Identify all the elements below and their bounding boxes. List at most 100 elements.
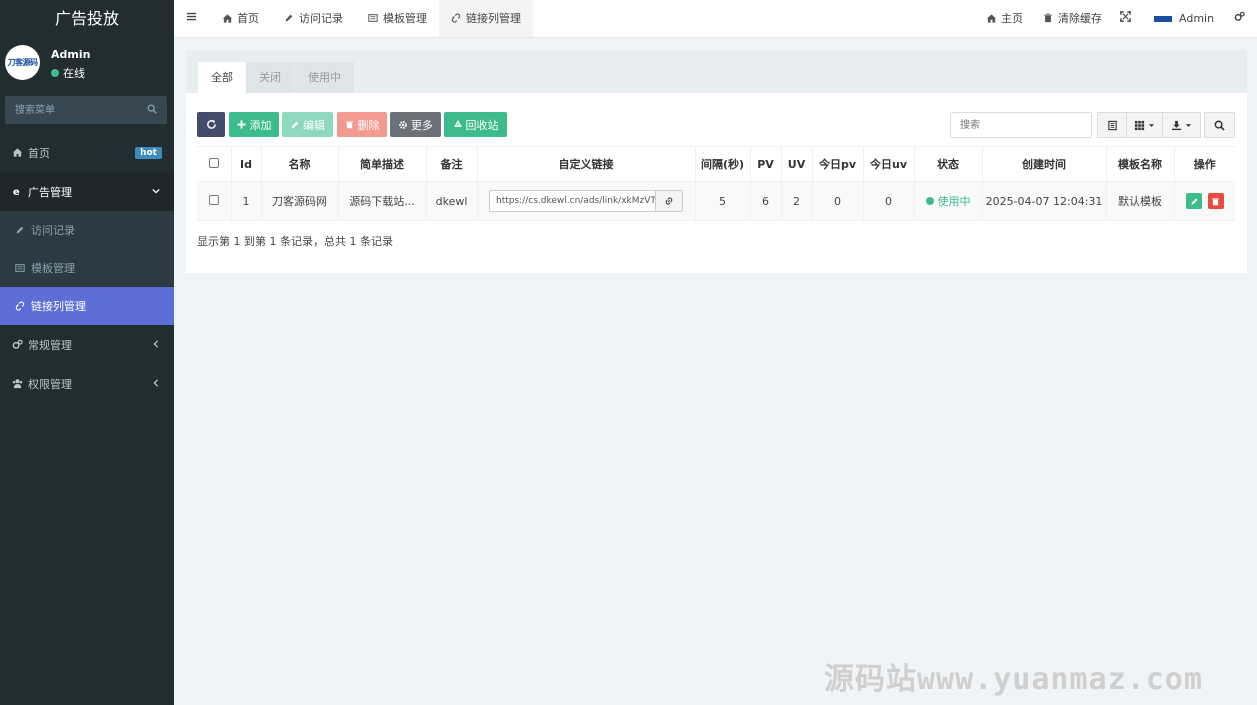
cell-interval: 5 — [694, 181, 750, 221]
clear-cache-button[interactable]: 清除缓存 — [1043, 0, 1102, 37]
user-name: Admin — [51, 48, 91, 61]
search-icon — [1214, 120, 1225, 131]
sidebar-item-label: 访问记录 — [31, 224, 75, 237]
cell-name: 刀客源码网 — [260, 181, 338, 221]
sidebar-item-template-mgmt[interactable]: 模板管理 — [0, 249, 174, 287]
cell-created: 2025-04-07 12:04:31 — [981, 181, 1106, 221]
sidebar-item-visit-log[interactable]: 访问记录 — [0, 211, 174, 249]
sidebar-item-label: 广告管理 — [28, 185, 72, 199]
sidebar-item-label: 模板管理 — [31, 262, 75, 275]
pencil-icon — [14, 224, 26, 236]
settings-button[interactable] — [1234, 0, 1245, 37]
tab-visit-log[interactable]: 访问记录 — [284, 0, 343, 37]
main-page-link[interactable]: 主页 — [986, 0, 1023, 37]
sidebar-item-label: 链接列管理 — [31, 300, 86, 313]
avatar-logo-text: 刀客源码 — [7, 58, 39, 67]
col-name[interactable]: 名称 — [260, 146, 338, 182]
add-button[interactable]: 添加 — [229, 112, 279, 137]
tab-template-mgmt[interactable]: 模板管理 — [368, 0, 427, 37]
app-brand[interactable]: 广告投放 — [0, 0, 174, 38]
recycle-bin-button[interactable]: 回收站 — [444, 112, 507, 137]
edit-button[interactable]: 编辑 — [282, 112, 333, 137]
delete-label: 删除 — [357, 118, 380, 132]
more-label: 更多 — [411, 118, 433, 132]
sidebar-item-link-mgmt[interactable]: 链接列管理 — [0, 287, 174, 325]
delete-button[interactable]: 删除 — [337, 112, 387, 137]
tab-home[interactable]: 首页 — [222, 0, 259, 37]
sidebar-item-general-mgmt[interactable]: 常规管理 — [0, 325, 174, 364]
col-id[interactable]: Id — [230, 146, 261, 182]
sidebar-item-perm-mgmt[interactable]: 权限管理 — [0, 364, 174, 403]
col-today-pv[interactable]: 今日pv — [811, 146, 863, 182]
search-icon[interactable] — [147, 104, 157, 114]
user-menu[interactable]: Admin — [1154, 0, 1214, 37]
tab-in-use[interactable]: 使用中 — [295, 62, 354, 93]
cell-desc: 源码下载站... — [337, 181, 426, 221]
col-uv[interactable]: UV — [780, 146, 812, 182]
row-edit-button[interactable] — [1186, 193, 1202, 209]
table-row[interactable]: 1 刀客源码网 源码下载站... dkewl https://cs.dkewl.… — [197, 181, 1235, 221]
col-pv[interactable]: PV — [749, 146, 781, 182]
cell-status: 使用中 — [913, 181, 982, 221]
pencil-icon — [284, 13, 295, 24]
row-checkbox[interactable] — [208, 194, 219, 205]
caret-down-icon — [1185, 123, 1192, 127]
select-all-cell — [197, 146, 231, 182]
pencil-icon — [290, 120, 300, 130]
cell-today-uv: 0 — [862, 181, 914, 221]
cell-remark: dkewl — [425, 181, 477, 221]
caret-down-icon — [1148, 123, 1155, 127]
sidebar-item-label: 常规管理 — [28, 338, 72, 352]
sidebar-item-ad-mgmt[interactable]: e 广告管理 — [0, 172, 174, 211]
tab-all[interactable]: 全部 — [198, 62, 246, 93]
tab-label: 模板管理 — [383, 12, 427, 25]
advanced-search-button[interactable] — [1204, 112, 1235, 138]
col-created[interactable]: 创建时间 — [981, 146, 1106, 182]
trash-icon — [345, 120, 355, 130]
sidebar-item-label: 权限管理 — [28, 377, 72, 391]
watermark: 源码站www.yuanmaz.com — [824, 662, 1203, 697]
table-search-input[interactable] — [950, 112, 1092, 138]
col-desc[interactable]: 简单描述 — [337, 146, 426, 182]
sidebar-toggle-button[interactable] — [186, 0, 197, 37]
select-all-checkbox[interactable] — [208, 157, 219, 168]
col-remark[interactable]: 备注 — [425, 146, 477, 182]
cell-template: 默认模板 — [1105, 181, 1174, 221]
refresh-button[interactable] — [197, 112, 225, 137]
link-value-input[interactable]: https://cs.dkewl.cn/ads/link/xkMzVTy — [490, 191, 656, 211]
sidebar-item-home[interactable]: 首页 hot — [0, 133, 174, 172]
row-delete-button[interactable] — [1207, 193, 1224, 209]
newspaper-icon — [14, 262, 26, 274]
plus-icon — [236, 119, 247, 130]
user-status: 在线 — [51, 65, 85, 81]
status-text: 使用中 — [937, 195, 971, 208]
clear-cache-label: 清除缓存 — [1058, 12, 1102, 25]
col-status[interactable]: 状态 — [913, 146, 982, 182]
edit-label: 编辑 — [303, 118, 325, 132]
home-icon — [222, 13, 233, 24]
pagination-info: 显示第 1 到第 1 条记录，总共 1 条记录 — [197, 235, 393, 248]
col-template[interactable]: 模板名称 — [1105, 146, 1174, 182]
ie-icon: e — [11, 186, 23, 198]
col-today-uv[interactable]: 今日uv — [862, 146, 914, 182]
cell-today-pv: 0 — [811, 181, 863, 221]
more-button[interactable]: 更多 — [390, 112, 441, 137]
col-interval[interactable]: 间隔(秒) — [694, 146, 750, 182]
sidebar-search-input[interactable] — [5, 96, 135, 124]
admin-label: Admin — [1179, 12, 1215, 25]
tab-closed[interactable]: 关闭 — [246, 62, 294, 93]
open-link-button[interactable] — [656, 191, 682, 211]
tab-label: 链接列管理 — [466, 12, 521, 25]
tab-link-mgmt[interactable]: 链接列管理 — [439, 0, 533, 37]
columns-dropdown-button[interactable] — [1126, 112, 1163, 138]
col-custom-link[interactable]: 自定义链接 — [476, 146, 695, 182]
download-icon — [1171, 120, 1182, 130]
grid-icon — [1134, 120, 1145, 130]
chevron-down-icon — [152, 187, 160, 198]
fullscreen-button[interactable] — [1120, 0, 1131, 37]
unlink-icon — [451, 13, 462, 24]
col-actions: 操作 — [1173, 146, 1235, 182]
cell-id: 1 — [230, 181, 261, 221]
toggle-view-button[interactable] — [1097, 112, 1127, 138]
export-dropdown-button[interactable] — [1162, 112, 1201, 138]
